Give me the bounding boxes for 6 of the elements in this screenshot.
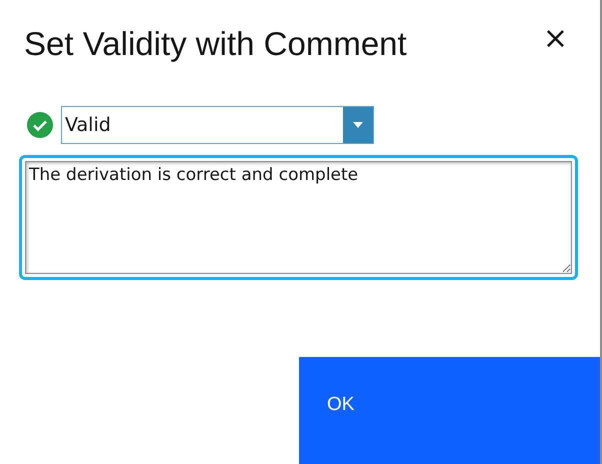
validity-dropdown[interactable]: Valid — [61, 106, 374, 144]
comment-field[interactable]: The derivation is correct and complete — [25, 161, 572, 274]
ok-button[interactable]: OK — [299, 357, 600, 464]
caret-icon — [352, 121, 364, 129]
dialog-title: Set Validity with Comment — [24, 24, 407, 64]
close-button[interactable]: × — [538, 26, 572, 52]
